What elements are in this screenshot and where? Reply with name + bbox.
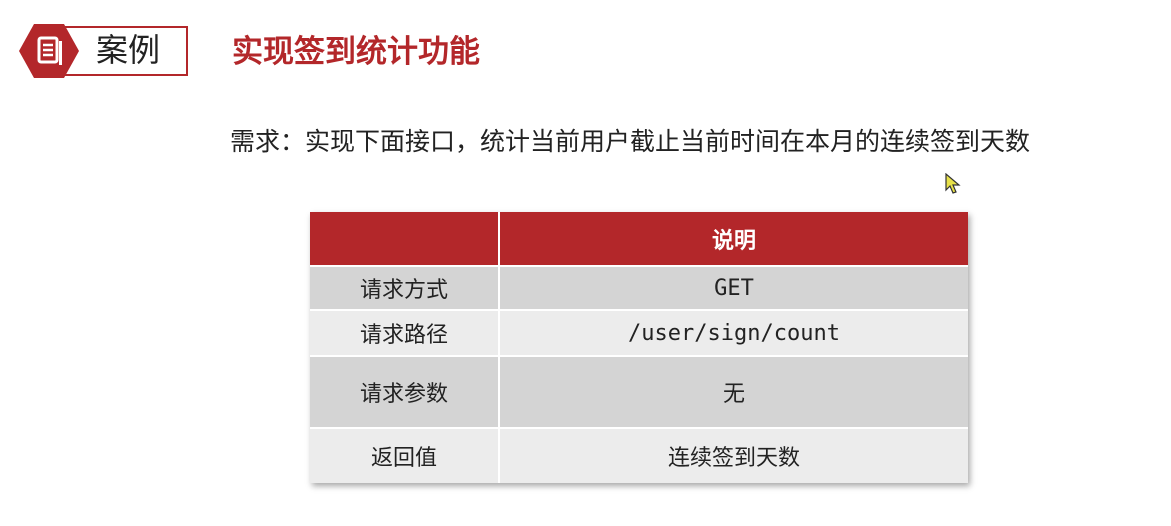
row-value: GET [500, 267, 968, 309]
row-value: /user/sign/count [500, 311, 968, 355]
table-row: 请求参数 无 [310, 355, 968, 427]
row-value: 连续签到天数 [500, 429, 968, 483]
api-table: 说明 请求方式 GET 请求路径 /user/sign/count 请求参数 无… [310, 212, 968, 483]
row-label: 请求路径 [310, 311, 500, 355]
row-label: 请求方式 [310, 267, 500, 309]
header-cell-description: 说明 [500, 212, 968, 265]
section-badge: 案例 [18, 22, 190, 80]
table-row: 返回值 连续签到天数 [310, 427, 968, 483]
row-label: 返回值 [310, 429, 500, 483]
page-title: 实现签到统计功能 [232, 34, 480, 70]
table-header-row: 说明 [310, 212, 968, 265]
mouse-cursor-icon [945, 173, 961, 194]
badge-label: 案例 [96, 31, 161, 69]
table-row: 请求路径 /user/sign/count [310, 309, 968, 355]
header-cell-empty [310, 212, 500, 265]
row-value: 无 [500, 357, 968, 427]
table-row: 请求方式 GET [310, 265, 968, 309]
row-label: 请求参数 [310, 357, 500, 427]
requirement-text: 需求：实现下面接口，统计当前用户截止当前时间在本月的连续签到天数 [230, 127, 1031, 156]
document-icon [19, 24, 79, 78]
